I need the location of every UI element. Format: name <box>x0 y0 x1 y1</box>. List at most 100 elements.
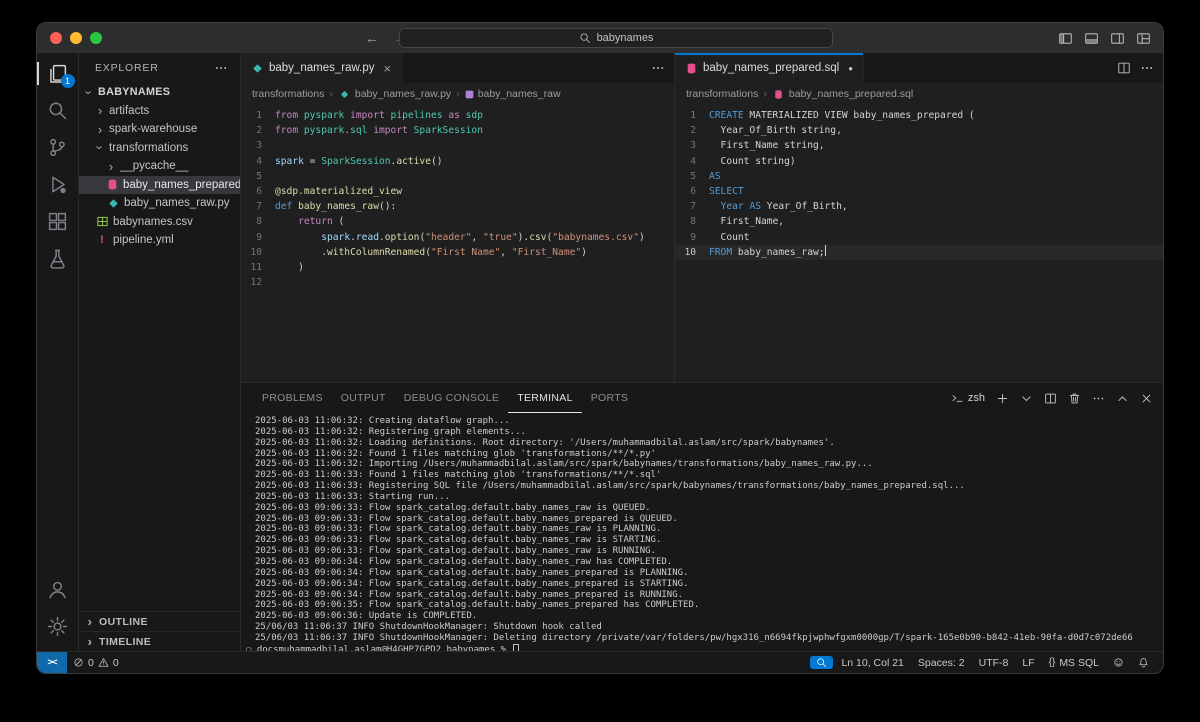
folder-__pycache__[interactable]: ›__pycache__ <box>79 157 240 176</box>
split-editor-icon[interactable] <box>1117 61 1131 75</box>
breadcrumb-item[interactable]: transformations <box>686 88 758 100</box>
code-line[interactable]: 4spark = SparkSession.active() <box>241 154 674 169</box>
new-terminal-icon[interactable] <box>996 392 1009 405</box>
status-zoom-indicator[interactable] <box>810 656 833 669</box>
panel-tab-output[interactable]: OUTPUT <box>332 383 395 413</box>
breadcrumb-item[interactable]: baby_names_prepared.sql <box>772 88 913 101</box>
activity-explorer-icon[interactable]: 1 <box>37 55 79 92</box>
customize-layout-icon[interactable] <box>1136 31 1151 46</box>
code-line[interactable]: 9 Count <box>675 230 1163 245</box>
split-terminal-icon[interactable] <box>1044 392 1057 405</box>
problems-status[interactable]: 0 0 <box>67 656 125 670</box>
activity-source-control-icon[interactable] <box>37 129 79 166</box>
code-line[interactable]: 3 <box>241 138 674 153</box>
code-line[interactable]: 8 return ( <box>241 214 674 229</box>
editor-and-panel: baby_names_raw.py × transformations›baby… <box>241 53 1163 651</box>
toggle-secondary-side-bar-icon[interactable] <box>1110 31 1125 46</box>
code-line[interactable]: 12 <box>241 275 674 290</box>
status-encoding[interactable]: UTF-8 <box>973 656 1015 670</box>
folder-BABYNAMES[interactable]: ›BABYNAMES <box>79 83 240 102</box>
close-window-button[interactable] <box>50 32 62 44</box>
folder-spark-warehouse[interactable]: ›spark-warehouse <box>79 120 240 139</box>
minimize-window-button[interactable] <box>70 32 82 44</box>
item-label: artifacts <box>109 105 149 117</box>
activity-testing-icon[interactable] <box>37 240 79 277</box>
sidebar-section-timeline[interactable]: ›TIMELINE <box>79 631 240 651</box>
code-line[interactable]: 6SELECT <box>675 184 1163 199</box>
toggle-primary-side-bar-icon[interactable] <box>1058 31 1073 46</box>
terminal-line: 2025-06-03 11:06:33: Registering SQL fil… <box>255 481 1163 492</box>
terminal-profiles-dropdown-icon[interactable] <box>1020 392 1033 405</box>
maximize-panel-icon[interactable] <box>1116 392 1129 405</box>
folder-artifacts[interactable]: ›artifacts <box>79 102 240 121</box>
close-tab-icon[interactable]: × <box>383 61 391 76</box>
code-line[interactable]: 9 spark.read.option("header", "true").cs… <box>241 230 674 245</box>
code-line[interactable]: 6@sdp.materialized_view <box>241 184 674 199</box>
status-notifications[interactable] <box>1132 656 1155 669</box>
panel-tab-terminal[interactable]: TERMINAL <box>508 383 582 413</box>
code-line[interactable]: 10 .withColumnRenamed("First Name", "Fir… <box>241 245 674 260</box>
close-panel-icon[interactable] <box>1140 392 1153 405</box>
line-number: 1 <box>241 108 275 123</box>
back-button[interactable]: ← <box>365 30 379 46</box>
more-actions-icon[interactable] <box>1140 61 1154 75</box>
activity-accounts-icon[interactable] <box>37 571 79 608</box>
breadcrumb-item[interactable]: transformations <box>252 88 324 100</box>
modified-dot-icon[interactable]: ● <box>848 64 853 73</box>
file-baby_names_prepared.sql[interactable]: baby_names_prepared.sql <box>79 176 240 195</box>
panel-tab-debug-console[interactable]: DEBUG CONSOLE <box>395 383 509 413</box>
command-center-search[interactable]: babynames <box>399 28 833 48</box>
code-line[interactable]: 3 First_Name string, <box>675 138 1163 153</box>
sidebar-section-outline[interactable]: ›OUTLINE <box>79 611 240 631</box>
code-line[interactable]: 1CREATE MATERIALIZED VIEW baby_names_pre… <box>675 108 1163 123</box>
status-label: UTF-8 <box>979 657 1009 669</box>
zoom-window-button[interactable] <box>90 32 102 44</box>
code-line[interactable]: 7def baby_names_raw(): <box>241 199 674 214</box>
terminal[interactable]: 2025-06-03 11:06:32: Creating dataflow g… <box>241 413 1163 651</box>
code-line[interactable]: 5AS <box>675 169 1163 184</box>
activity-run-and-debug-icon[interactable] <box>37 166 79 203</box>
kill-terminal-icon[interactable] <box>1068 392 1081 405</box>
status-eol[interactable]: LF <box>1016 656 1040 670</box>
code-line[interactable]: 5 <box>241 169 674 184</box>
status-indentation[interactable]: Spaces: 2 <box>912 656 971 670</box>
code-editor-python[interactable]: 1from pyspark import pipelines as sdp2fr… <box>241 105 674 382</box>
terminal-launch-profile-icon[interactable]: zsh <box>951 392 985 405</box>
status-feedback[interactable] <box>1107 656 1130 669</box>
panel-tab-ports[interactable]: PORTS <box>582 383 637 413</box>
vscode-window: ← → babynames 1 EXPLORER ›BABYNAMES›arti… <box>36 22 1164 674</box>
activity-search-icon[interactable] <box>37 92 79 129</box>
code-line[interactable]: 8 First_Name, <box>675 214 1163 229</box>
code-editor-sql[interactable]: 1CREATE MATERIALIZED VIEW baby_names_pre… <box>675 105 1163 382</box>
more-actions-icon[interactable] <box>651 61 665 75</box>
tab-baby-names-prepared-sql[interactable]: baby_names_prepared.sql ● <box>675 53 864 83</box>
code-line[interactable]: 2 Year_Of_Birth string, <box>675 123 1163 138</box>
activity-settings-icon[interactable] <box>37 608 79 645</box>
code-line[interactable]: 1from pyspark import pipelines as sdp <box>241 108 674 123</box>
folder-transformations[interactable]: ›transformations <box>79 139 240 158</box>
status-language-mode[interactable]: {}MS SQL <box>1043 656 1105 670</box>
terminal-prompt[interactable]: ○ docsmuhammadbilal.aslam@H4GHP7GPD2 bab… <box>246 644 1163 651</box>
status-cursor-position[interactable]: Ln 10, Col 21 <box>835 656 909 670</box>
terminal-more-actions-icon[interactable] <box>1092 392 1105 405</box>
file-pipeline.yml[interactable]: !pipeline.yml <box>79 231 240 250</box>
file-baby_names_raw.py[interactable]: baby_names_raw.py <box>79 194 240 213</box>
code-line[interactable]: 10FROM baby_names_raw; <box>675 245 1163 260</box>
remote-indicator[interactable]: >< <box>37 652 67 673</box>
more-actions-icon[interactable] <box>214 61 228 75</box>
bottom-panel: PROBLEMSOUTPUTDEBUG CONSOLETERMINALPORTS… <box>241 383 1163 651</box>
file-babynames.csv[interactable]: babynames.csv <box>79 213 240 232</box>
editor-area: baby_names_raw.py × transformations›baby… <box>241 53 1163 383</box>
braces-icon: {} <box>1049 657 1056 668</box>
activity-extensions-icon[interactable] <box>37 203 79 240</box>
tab-baby-names-raw-py[interactable]: baby_names_raw.py × <box>241 53 402 83</box>
breadcrumb-item[interactable]: baby_names_raw <box>465 88 561 100</box>
breadcrumb-item[interactable]: baby_names_raw.py <box>338 88 451 101</box>
code-line[interactable]: 7 Year AS Year_Of_Birth, <box>675 199 1163 214</box>
code-line[interactable]: 11 ) <box>241 260 674 275</box>
toggle-panel-icon[interactable] <box>1084 31 1099 46</box>
panel-tab-problems[interactable]: PROBLEMS <box>253 383 332 413</box>
code-line[interactable]: 2from pyspark.sql import SparkSession <box>241 123 674 138</box>
code-text: Year_Of_Birth string, <box>709 123 842 138</box>
code-line[interactable]: 4 Count string) <box>675 154 1163 169</box>
